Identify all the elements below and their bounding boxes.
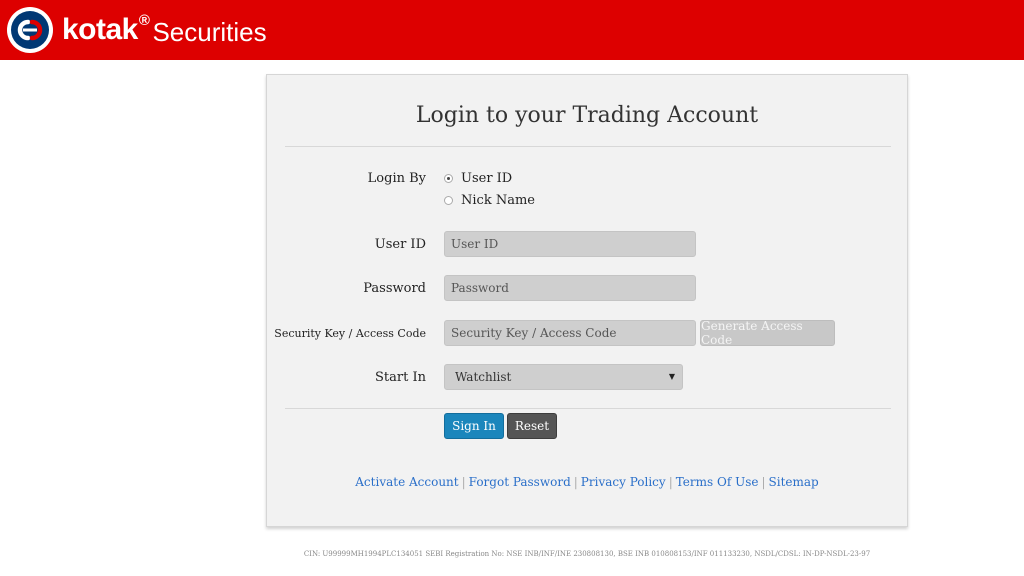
password-label: Password	[363, 281, 426, 296]
title-divider	[285, 146, 891, 147]
page-title: Login to your Trading Account	[415, 103, 759, 128]
radio-nick-name-label: Nick Name	[461, 193, 535, 208]
link-sitemap[interactable]: Sitemap	[769, 475, 819, 489]
brand-text: kotak	[62, 13, 138, 46]
radio-nick-name-control[interactable]	[444, 196, 453, 205]
security-key-label: Security Key / Access Code	[274, 327, 426, 340]
radio-user-id-control[interactable]	[444, 174, 453, 183]
start-in-value: Watchlist	[455, 370, 512, 384]
password-input[interactable]	[444, 275, 696, 301]
start-in-select[interactable]: Watchlist ▼	[444, 364, 683, 390]
link-separator: |	[761, 475, 766, 489]
sign-in-button[interactable]: Sign In	[444, 413, 504, 439]
link-separator: |	[668, 475, 673, 489]
generate-access-code-button[interactable]: Generate Access Code	[700, 319, 835, 347]
radio-nick-name[interactable]: Nick Name	[444, 193, 535, 208]
start-in-label: Start In	[375, 370, 426, 385]
link-separator: |	[573, 475, 578, 489]
radio-user-id-label: User ID	[461, 171, 513, 186]
security-key-input[interactable]	[444, 320, 696, 346]
user-id-label: User ID	[374, 237, 426, 252]
registered-mark: ®	[138, 12, 150, 29]
product-name: Securities	[152, 17, 267, 47]
reset-button[interactable]: Reset	[507, 413, 557, 439]
caret-down-icon: ▼	[668, 372, 675, 381]
login-by-label: Login By	[367, 171, 426, 186]
link-forgot-password[interactable]: Forgot Password	[469, 475, 571, 489]
buttons-divider	[285, 408, 891, 409]
footer-links: Activate Account | Forgot Password | Privacy…	[267, 475, 907, 489]
user-id-input[interactable]	[444, 231, 696, 257]
link-privacy-policy[interactable]: Privacy Policy	[581, 475, 666, 489]
brand-name: kotak ®	[62, 12, 150, 48]
link-activate-account[interactable]: Activate Account	[355, 475, 458, 489]
link-terms-of-use[interactable]: Terms Of Use	[676, 475, 759, 489]
link-separator: |	[461, 475, 466, 489]
kotak-logo-icon	[7, 7, 53, 53]
kotak-logo[interactable]: kotak ® Securities	[6, 6, 267, 54]
header-bar: kotak ® Securities	[0, 0, 1024, 60]
radio-user-id[interactable]: User ID	[444, 171, 512, 186]
login-panel: Login to your Trading Account Login By U…	[266, 74, 908, 527]
registration-footer: CIN: U99999MH1994PLC134051 SEBI Registra…	[303, 550, 871, 558]
